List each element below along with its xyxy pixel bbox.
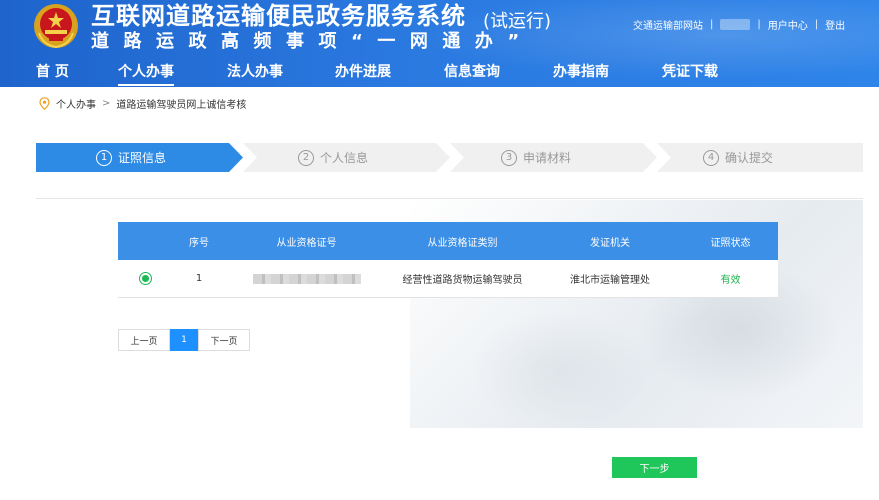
link-separator: | <box>710 18 714 30</box>
step-1-label: 证照信息 <box>118 151 167 165</box>
logout-link[interactable]: 登出 <box>825 17 845 32</box>
nav-guide[interactable]: 办事指南 <box>553 60 609 87</box>
step-indicator: 1 证照信息 2 个人信息 3 申请材料 4 确认提交 <box>36 143 863 172</box>
system-subtitle: 道路运政高频事项“一网通办” <box>91 31 534 52</box>
step-2: 2 个人信息 <box>243 143 450 172</box>
nav-home[interactable]: 首 页 <box>36 60 69 87</box>
nav-personal[interactable]: 个人办事 <box>118 60 174 87</box>
step-4-label: 确认提交 <box>725 151 774 165</box>
cert-number-redacted <box>252 273 361 284</box>
page-1-button[interactable]: 1 <box>170 329 198 351</box>
column-header-cert-number: 从业资格证号 <box>276 237 337 249</box>
nav-corporate[interactable]: 法人办事 <box>227 60 283 87</box>
status-badge: 有效 <box>720 275 741 286</box>
row-category: 经营性道路货物运输驾驶员 <box>402 275 523 286</box>
national-emblem-icon <box>34 4 78 49</box>
step-2-label: 个人信息 <box>320 151 369 165</box>
prev-page-button[interactable]: 上一页 <box>118 329 170 351</box>
step-1: 1 证照信息 <box>36 143 243 172</box>
nav-query[interactable]: 信息查询 <box>444 60 500 87</box>
breadcrumb-separator: > <box>102 97 111 109</box>
column-header-category: 从业资格证类别 <box>427 237 498 249</box>
nav-progress[interactable]: 办件进展 <box>335 60 391 87</box>
breadcrumb: 个人办事 > 道路运输驾驶员网上诚信考核 <box>39 96 247 111</box>
breadcrumb-item-personal[interactable]: 个人办事 <box>56 96 96 111</box>
system-title: 互联网道路运输便民政务服务系统 <box>91 2 466 30</box>
nav-download[interactable]: 凭证下载 <box>662 60 718 87</box>
pagination: 上一页 1 下一页 <box>118 329 250 351</box>
next-page-button[interactable]: 下一页 <box>198 329 250 351</box>
site-header: 互联网道路运输便民政务服务系统 (试运行) 道路运政高频事项“一网通办” 交通运… <box>0 0 879 87</box>
step-3: 3 申请材料 <box>450 143 657 172</box>
main-nav: 首 页 个人办事 法人办事 办件进展 信息查询 办事指南 凭证下载 <box>0 60 879 87</box>
username-redacted <box>720 18 751 30</box>
location-pin-icon <box>39 96 50 110</box>
table-row[interactable]: 1 经营性道路货物运输驾驶员 淮北市运输管理处 有效 <box>118 260 778 298</box>
radio-selected-icon[interactable] <box>139 272 152 285</box>
breadcrumb-item-current: 道路运输驾驶员网上诚信考核 <box>116 99 247 111</box>
trial-label: (试运行) <box>483 11 552 32</box>
license-table: 序号 从业资格证号 从业资格证类别 发证机关 证照状态 1 经营性道路货物运输驾… <box>118 222 778 298</box>
step-1-number: 1 <box>96 149 112 166</box>
column-header-status: 证照状态 <box>710 237 751 249</box>
step-4: 4 确认提交 <box>657 143 863 172</box>
step-4-number: 4 <box>703 149 719 166</box>
table-header: 序号 从业资格证号 从业资格证类别 发证机关 证照状态 <box>118 222 778 260</box>
section-divider <box>36 198 863 199</box>
next-step-button[interactable]: 下一步 <box>612 457 697 478</box>
link-separator: | <box>814 18 819 30</box>
row-issuer: 淮北市运输管理处 <box>570 275 650 286</box>
column-header-issuer: 发证机关 <box>590 237 630 249</box>
step-2-number: 2 <box>298 149 314 166</box>
column-header-select <box>118 222 173 260</box>
user-center-link[interactable]: 用户中心 <box>768 17 808 32</box>
top-links: 交通运输部网站 | | 用户中心 | 登出 <box>633 17 845 32</box>
link-separator: | <box>757 18 761 30</box>
row-index: 1 <box>195 273 203 284</box>
step-3-number: 3 <box>501 149 517 166</box>
ministry-link[interactable]: 交通运输部网站 <box>633 17 703 32</box>
column-header-index: 序号 <box>189 237 209 249</box>
step-3-label: 申请材料 <box>523 151 572 165</box>
